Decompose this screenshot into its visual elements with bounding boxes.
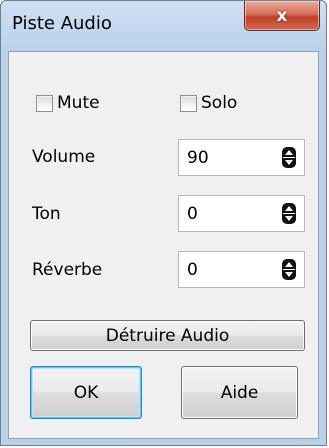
- window-title: Piste Audio: [12, 13, 112, 34]
- dialog-content: Mute Solo Volume 90 Ton 0 Réverbe 0 Détr…: [8, 51, 319, 439]
- ton-spinner-icon[interactable]: [282, 203, 296, 224]
- volume-value[interactable]: 90: [187, 148, 209, 168]
- dialog-window: Piste Audio x Mute Solo Volume 90 Ton 0 …: [0, 0, 327, 446]
- ok-button[interactable]: OK: [30, 366, 142, 419]
- aide-button[interactable]: Aide: [181, 366, 298, 419]
- reverbe-spinner-icon[interactable]: [282, 259, 296, 280]
- title-bar[interactable]: Piste Audio x: [1, 1, 326, 45]
- close-button[interactable]: x: [244, 1, 320, 31]
- ton-value[interactable]: 0: [187, 204, 198, 224]
- close-icon: x: [276, 5, 288, 26]
- mute-label[interactable]: Mute: [57, 93, 100, 113]
- ton-field[interactable]: 0: [178, 195, 305, 232]
- volume-spinner-icon[interactable]: [282, 147, 296, 168]
- reverbe-label: Réverbe: [32, 260, 103, 280]
- solo-label[interactable]: Solo: [201, 93, 237, 113]
- volume-label: Volume: [32, 147, 96, 167]
- solo-checkbox-row[interactable]: Solo: [180, 93, 237, 113]
- volume-field[interactable]: 90: [178, 139, 305, 176]
- mute-checkbox[interactable]: [36, 94, 53, 112]
- ton-label: Ton: [32, 204, 61, 224]
- detruire-audio-button[interactable]: Détruire Audio: [30, 320, 305, 351]
- mute-checkbox-row[interactable]: Mute: [36, 93, 100, 113]
- reverbe-field[interactable]: 0: [178, 251, 305, 288]
- reverbe-value[interactable]: 0: [187, 260, 198, 280]
- solo-checkbox[interactable]: [180, 94, 197, 112]
